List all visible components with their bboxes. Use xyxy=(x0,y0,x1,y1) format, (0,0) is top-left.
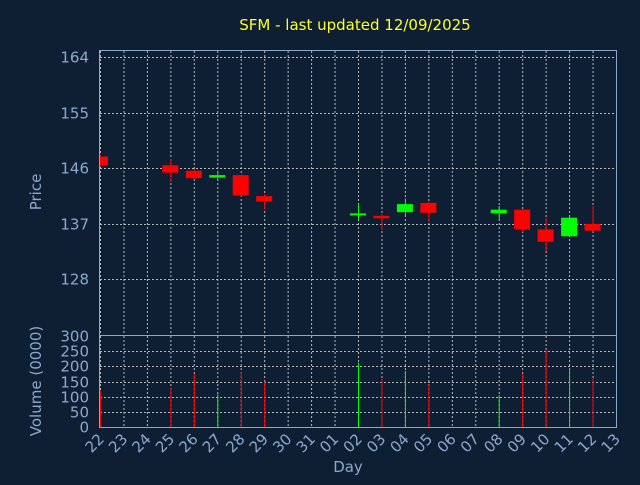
price-tick-label: 146 xyxy=(60,160,89,178)
x-tick-label: 10 xyxy=(527,430,553,456)
x-axis-ticks: 2223242526272829303101020304050607080910… xyxy=(82,430,624,456)
volume-panel: 050100150200250300 Volume (0000) xyxy=(27,326,617,437)
candle-body xyxy=(514,209,531,230)
price-tick-label: 128 xyxy=(60,271,89,289)
price-tick-label: 155 xyxy=(60,105,89,123)
x-tick-label: 24 xyxy=(129,430,155,456)
volume-tick-label: 150 xyxy=(60,374,89,392)
candle-body xyxy=(420,202,437,213)
x-tick-label: 04 xyxy=(387,430,413,456)
volume-tick-label: 300 xyxy=(60,328,89,346)
x-tick-label: 30 xyxy=(269,430,295,456)
candle-body xyxy=(100,156,108,166)
candle-body xyxy=(162,165,179,173)
x-axis-label: Day xyxy=(333,458,363,476)
x-tick-label: 05 xyxy=(410,430,436,456)
x-tick-label: 29 xyxy=(246,430,272,456)
price-panel: 128 137 146 155 164 Price xyxy=(27,49,617,336)
candlestick-chart: SFM - last updated 12/09/2025 1281371461… xyxy=(27,16,624,476)
x-tick-label: 07 xyxy=(457,430,483,456)
x-tick-label: 28 xyxy=(222,430,248,456)
candle-body xyxy=(584,223,601,231)
x-tick-label: 25 xyxy=(152,430,178,456)
x-tick-label: 23 xyxy=(105,430,131,456)
x-tick-label: 06 xyxy=(433,430,459,456)
x-tick-label: 08 xyxy=(480,430,506,456)
x-tick-label: 13 xyxy=(598,430,624,456)
x-tick-label: 27 xyxy=(199,430,225,456)
x-tick-label: 31 xyxy=(293,430,319,456)
candle-body xyxy=(256,196,273,202)
x-tick-label: 03 xyxy=(363,430,389,456)
candle-body xyxy=(490,209,507,214)
x-tick-label: 11 xyxy=(551,430,577,456)
x-tick-label: 02 xyxy=(340,430,366,456)
price-tick-label: 164 xyxy=(60,49,89,67)
volume-axis-label: Volume (0000) xyxy=(27,326,45,436)
candle-body xyxy=(373,215,390,219)
candle-body xyxy=(232,175,249,196)
candle-body xyxy=(396,204,413,213)
candle-body xyxy=(537,229,554,242)
candle-body xyxy=(185,170,202,179)
candle-body xyxy=(561,217,578,237)
x-tick-label: 26 xyxy=(175,430,201,456)
price-tick-label: 137 xyxy=(60,216,89,234)
candle-body xyxy=(350,213,366,216)
x-tick-label: 01 xyxy=(316,430,342,456)
x-tick-label: 09 xyxy=(504,430,530,456)
candle-body xyxy=(209,175,226,178)
chart-title: SFM - last updated 12/09/2025 xyxy=(239,16,470,34)
price-axis-label: Price xyxy=(27,174,45,211)
x-tick-label: 12 xyxy=(574,430,600,456)
